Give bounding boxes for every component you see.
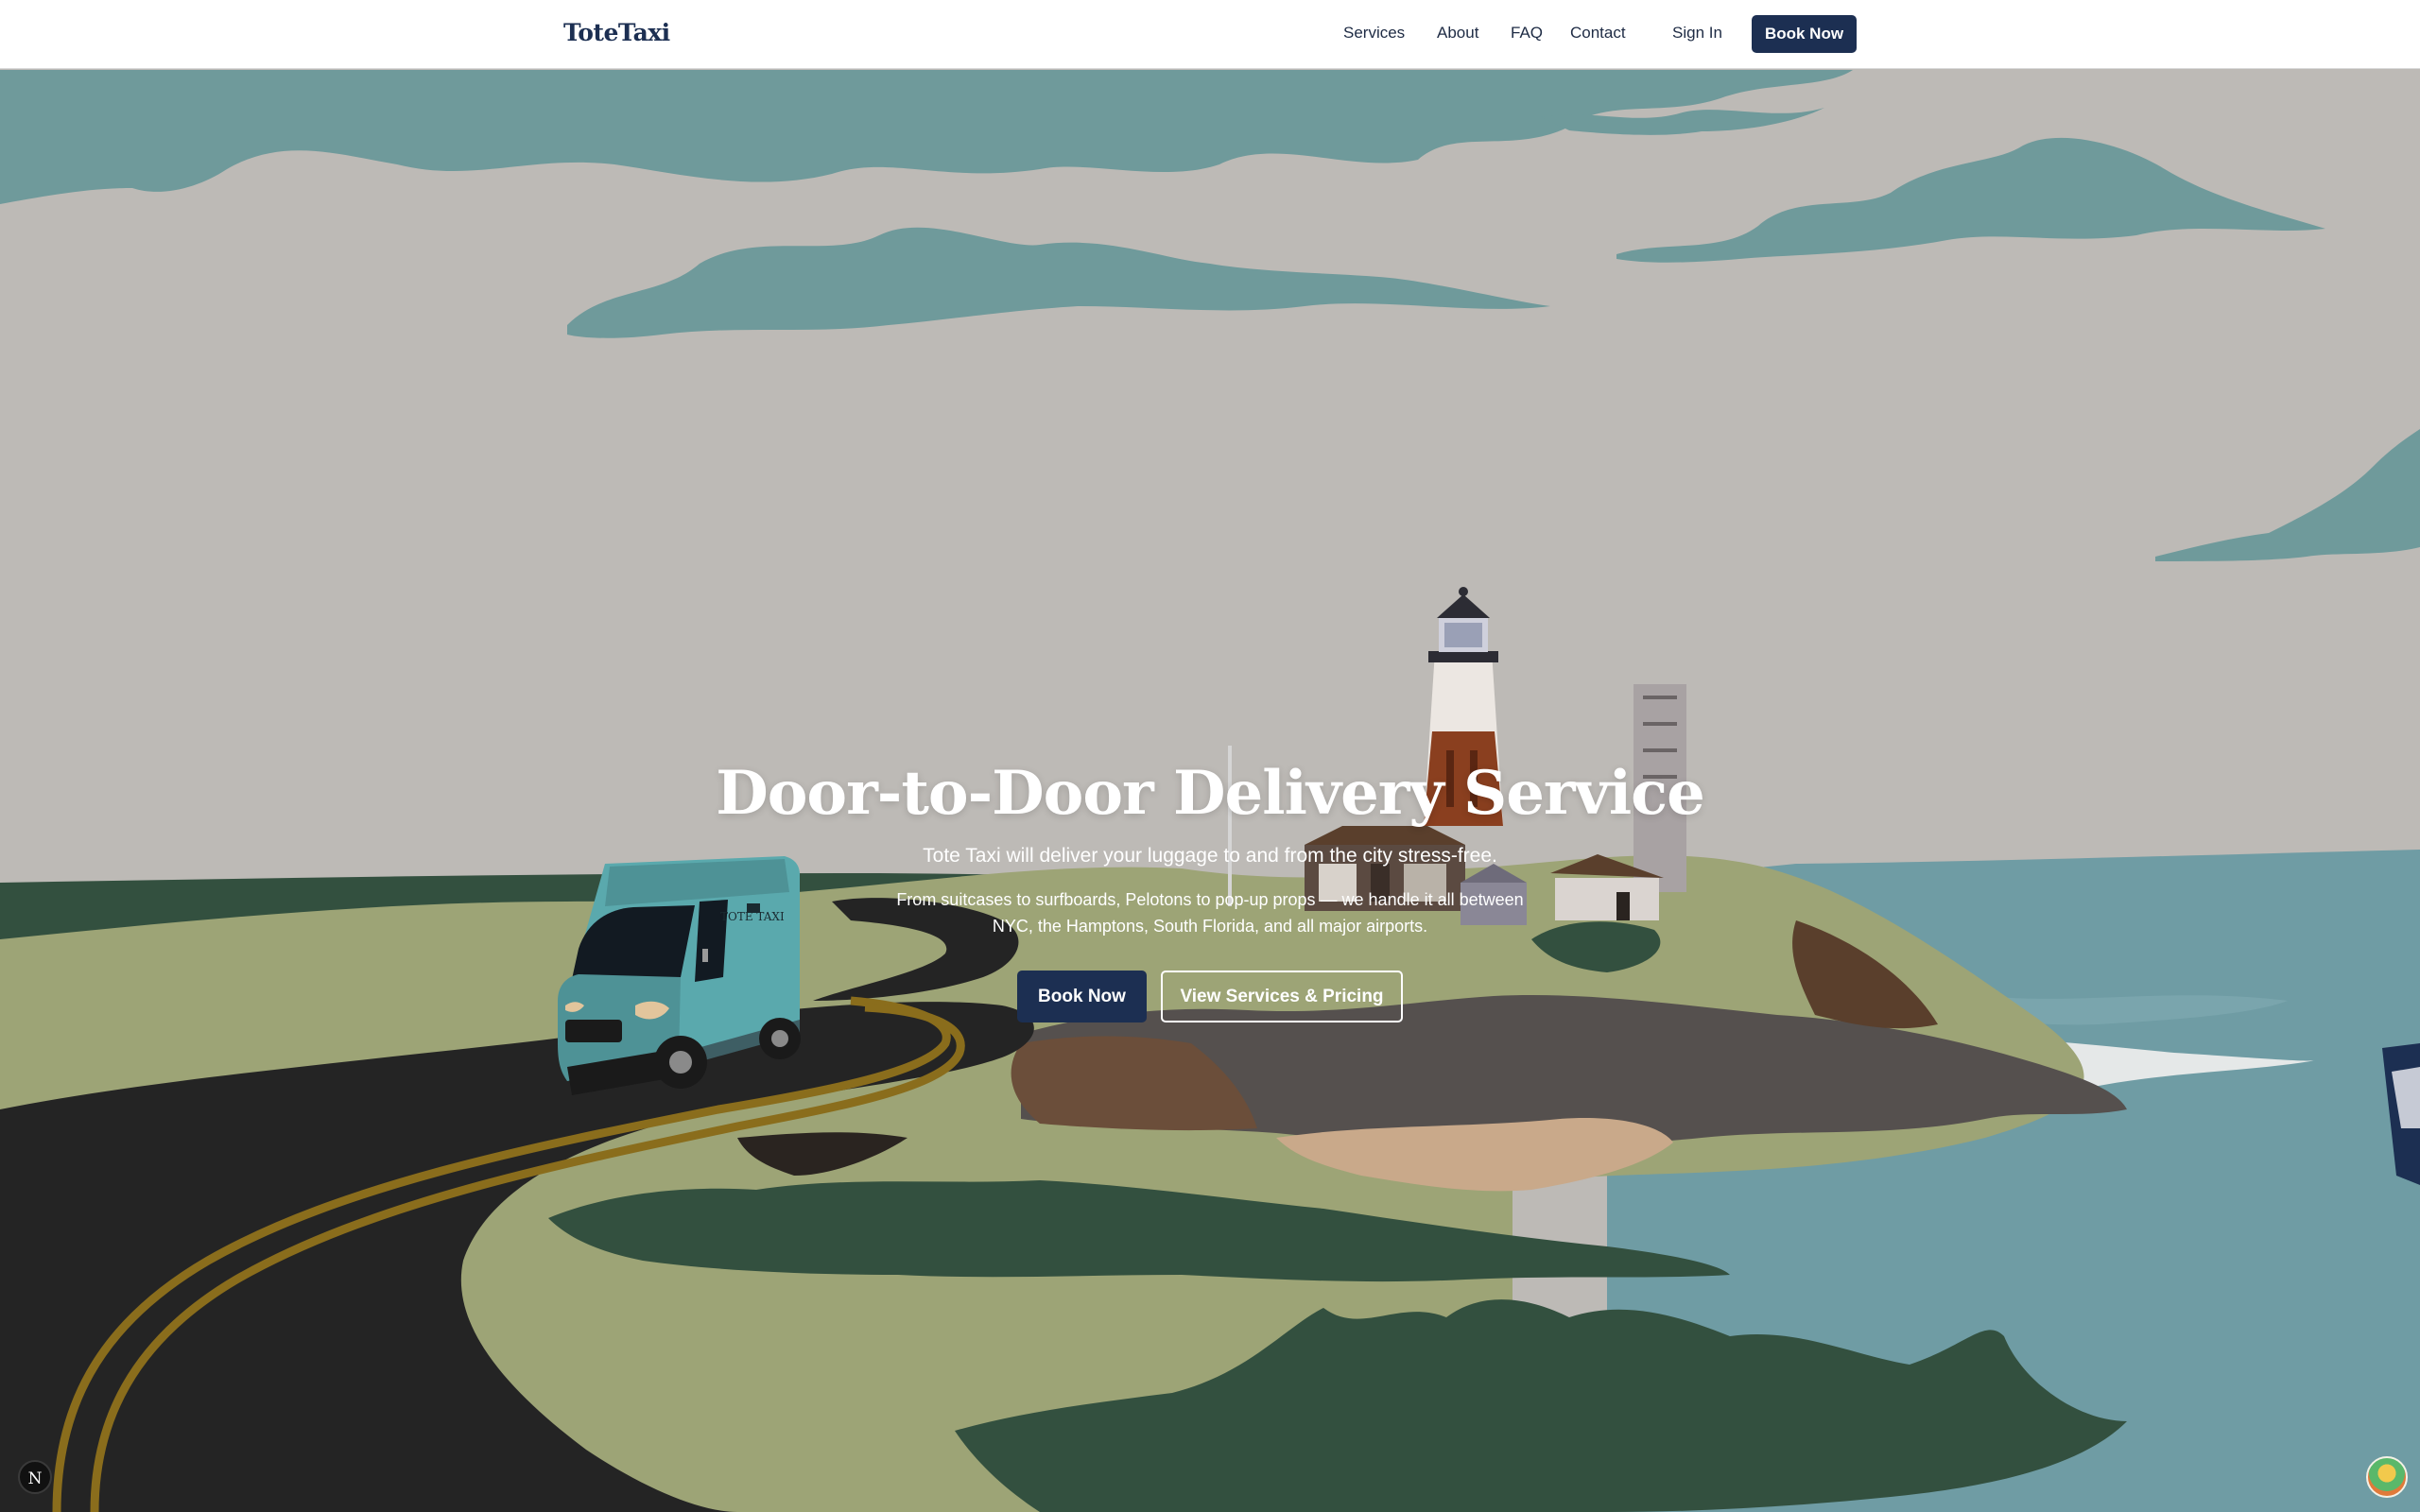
nav-link-services[interactable]: Services — [1343, 24, 1405, 43]
view-services-pricing-button[interactable]: View Services & Pricing — [1161, 971, 1403, 1022]
nav-link-faq[interactable]: FAQ — [1511, 24, 1543, 43]
van-logo-text: TOTE TAXI — [720, 910, 785, 923]
nav-link-about[interactable]: About — [1437, 24, 1478, 43]
dev-tools-badge[interactable]: N — [18, 1460, 52, 1494]
hero-section: TOTE TAXI Door-to-Door Delivery Service … — [0, 70, 2420, 1512]
hero-title: Door-to-Door Delivery Service — [716, 758, 1705, 829]
nav-link-contact[interactable]: Contact — [1570, 24, 1626, 43]
brand-logo[interactable]: ToteTaxi — [563, 19, 670, 46]
sign-in-link[interactable]: Sign In — [1672, 24, 1722, 43]
avatar[interactable] — [2366, 1456, 2408, 1498]
hero-book-now-button[interactable]: Book Now — [1017, 971, 1147, 1022]
hero-subtitle: Tote Taxi will deliver your luggage to a… — [923, 845, 1497, 867]
hero-description: From suitcases to surfboards, Pelotons t… — [896, 890, 1524, 936]
navbar: ToteTaxi Services About FAQ Contact Sign… — [0, 0, 2420, 69]
nav-book-now-button[interactable]: Book Now — [1752, 15, 1857, 53]
page: ToteTaxi Services About FAQ Contact Sign… — [0, 0, 2420, 1512]
